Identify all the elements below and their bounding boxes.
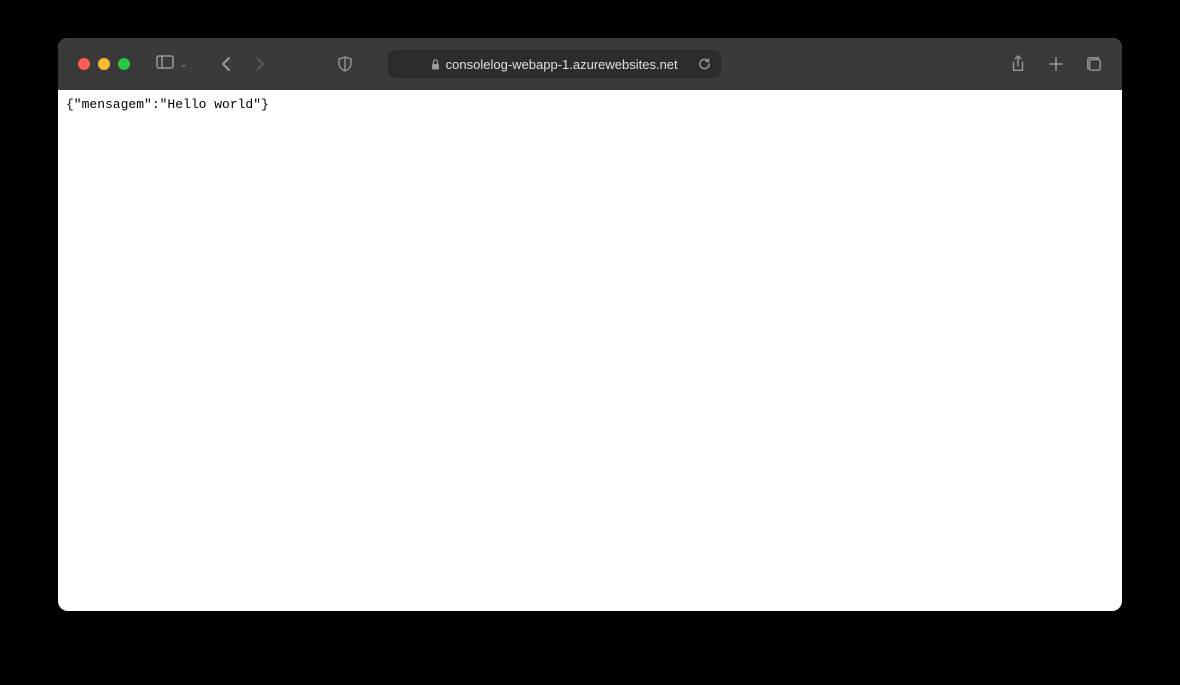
sidebar-icon: [156, 55, 174, 74]
browser-window: ⌄: [58, 38, 1122, 611]
back-button[interactable]: [216, 54, 236, 74]
chevron-down-icon: ⌄: [180, 59, 188, 70]
page-content: {"mensagem":"Hello world"}: [58, 90, 1122, 119]
browser-toolbar: ⌄: [58, 38, 1122, 90]
forward-button[interactable]: [250, 54, 270, 74]
url-text: consolelog-webapp-1.azurewebsites.net: [446, 57, 678, 72]
address-bar[interactable]: consolelog-webapp-1.azurewebsites.net: [388, 50, 721, 78]
response-body: {"mensagem":"Hello world"}: [66, 97, 269, 112]
maximize-window-button[interactable]: [118, 58, 130, 70]
new-tab-button[interactable]: [1048, 55, 1064, 73]
window-controls: [78, 58, 130, 70]
sidebar-toggle-button[interactable]: ⌄: [156, 55, 188, 74]
refresh-button[interactable]: [698, 57, 711, 71]
close-window-button[interactable]: [78, 58, 90, 70]
lock-icon: [431, 59, 440, 70]
toolbar-right-buttons: [1010, 55, 1102, 73]
share-button[interactable]: [1010, 55, 1026, 73]
minimize-window-button[interactable]: [98, 58, 110, 70]
navigation-buttons: [216, 54, 270, 74]
privacy-shield-button[interactable]: [338, 56, 352, 72]
tabs-overview-button[interactable]: [1086, 55, 1102, 73]
